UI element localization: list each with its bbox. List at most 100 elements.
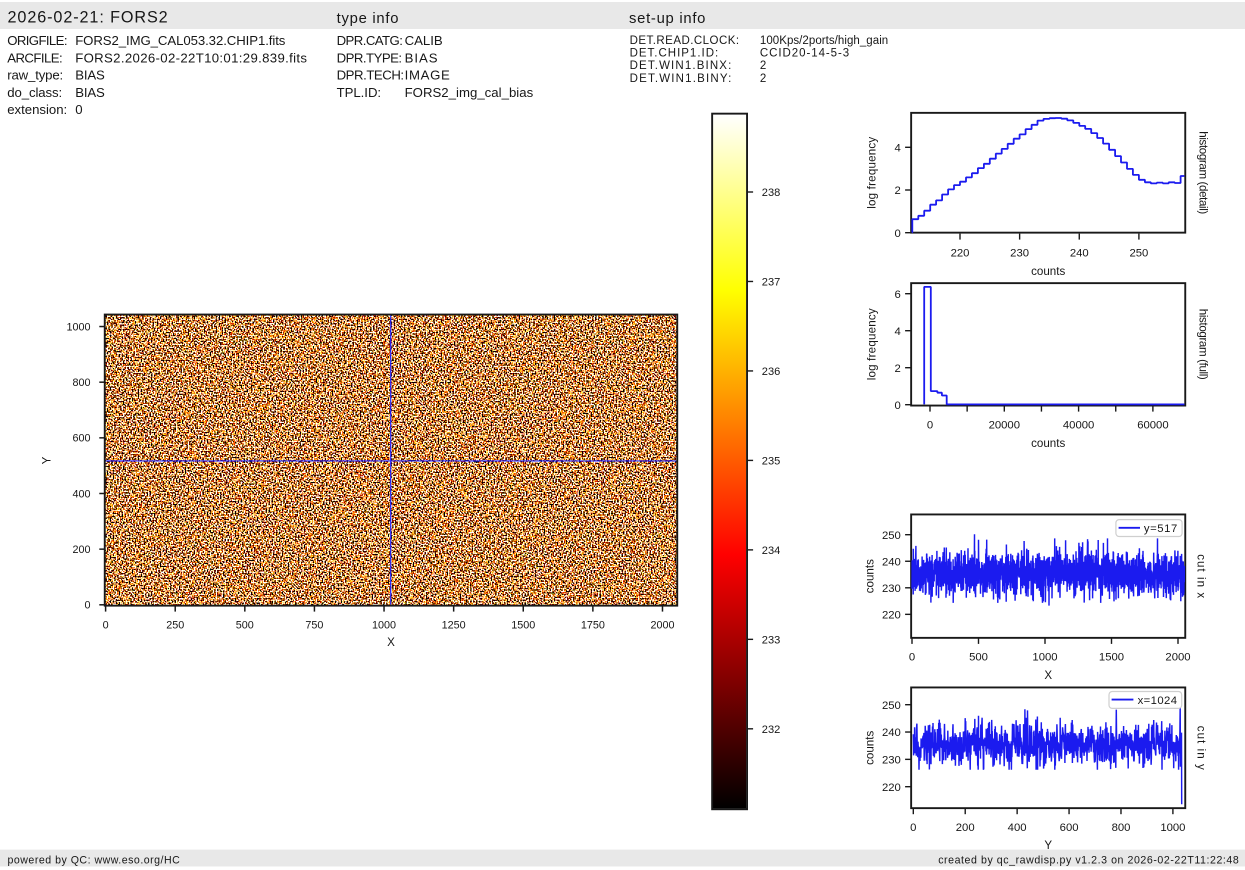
svg-text:2000: 2000	[650, 619, 674, 631]
svg-text:600: 600	[72, 433, 90, 445]
svg-text:800: 800	[72, 377, 90, 389]
svg-text:20000: 20000	[989, 419, 1020, 431]
svg-text:ARCFILE:: ARCFILE:	[7, 50, 63, 65]
svg-text:400: 400	[1008, 822, 1027, 834]
svg-text:250: 250	[882, 530, 901, 542]
svg-text:4: 4	[895, 326, 901, 338]
svg-text:0: 0	[895, 228, 901, 240]
svg-text:CALIB: CALIB	[405, 33, 443, 48]
svg-text:created by qc_rawdisp.py v1.2.: created by qc_rawdisp.py v1.2.3 on 2026-…	[938, 854, 1239, 866]
svg-text:Y: Y	[1044, 839, 1052, 852]
svg-text:y=517: y=517	[1144, 523, 1177, 535]
svg-text:BIAS: BIAS	[405, 50, 438, 65]
svg-text:500: 500	[969, 652, 988, 664]
svg-text:cut in y: cut in y	[1194, 726, 1207, 770]
svg-text:counts: counts	[1031, 437, 1065, 450]
svg-text:236: 236	[762, 366, 781, 378]
svg-text:4: 4	[895, 142, 901, 154]
svg-text:237: 237	[762, 277, 781, 289]
svg-text:X: X	[387, 636, 395, 649]
svg-text:6: 6	[895, 289, 901, 301]
svg-text:233: 233	[762, 634, 781, 646]
svg-text:BIAS: BIAS	[75, 68, 105, 83]
svg-text:250: 250	[166, 619, 184, 631]
svg-text:log frequency: log frequency	[865, 308, 878, 380]
svg-text:2: 2	[895, 363, 901, 375]
svg-text:750: 750	[305, 619, 323, 631]
svg-text:CCID20-14-5-3: CCID20-14-5-3	[760, 48, 849, 60]
svg-text:ORIGFILE:: ORIGFILE:	[7, 33, 67, 48]
svg-text:1500: 1500	[511, 619, 535, 631]
svg-text:histogram (detail): histogram (detail)	[1197, 131, 1210, 214]
svg-text:DET.WIN1.BINY:: DET.WIN1.BINY:	[630, 73, 732, 85]
svg-text:extension:: extension:	[7, 102, 67, 117]
svg-text:40000: 40000	[1063, 419, 1094, 431]
svg-text:230: 230	[882, 755, 901, 767]
svg-text:DET.WIN1.BINX:: DET.WIN1.BINX:	[630, 60, 732, 72]
svg-text:2: 2	[895, 185, 901, 197]
svg-text:FORS2_img_cal_bias: FORS2_img_cal_bias	[405, 85, 534, 100]
svg-text:IMAGE: IMAGE	[405, 68, 450, 83]
svg-text:type info: type info	[337, 11, 399, 27]
svg-text:DPR.CATG:: DPR.CATG:	[337, 33, 403, 48]
svg-text:DET.READ.CLOCK:: DET.READ.CLOCK:	[630, 35, 740, 47]
svg-text:1500: 1500	[1099, 652, 1124, 664]
svg-text:0: 0	[909, 652, 915, 664]
svg-text:FORS2.2026-02-22T10:01:29.839.: FORS2.2026-02-22T10:01:29.839.fits	[75, 50, 307, 65]
svg-text:100Kps/2ports/high_gain: 100Kps/2ports/high_gain	[760, 35, 888, 47]
svg-text:do_class:: do_class:	[7, 85, 62, 100]
svg-text:1250: 1250	[442, 619, 466, 631]
svg-text:log frequency: log frequency	[865, 137, 878, 209]
svg-text:counts: counts	[1031, 265, 1065, 278]
svg-text:2000: 2000	[1165, 652, 1190, 664]
svg-text:250: 250	[882, 700, 901, 712]
svg-text:0: 0	[75, 102, 82, 117]
svg-text:220: 220	[882, 610, 901, 622]
svg-text:1000: 1000	[1160, 822, 1185, 834]
svg-text:histogram (full): histogram (full)	[1197, 309, 1210, 380]
svg-text:240: 240	[882, 727, 901, 739]
svg-text:set-up info: set-up info	[629, 11, 705, 27]
svg-text:400: 400	[72, 488, 90, 500]
svg-text:600: 600	[1060, 822, 1079, 834]
svg-text:230: 230	[882, 583, 901, 595]
svg-text:800: 800	[1112, 822, 1131, 834]
svg-text:240: 240	[882, 556, 901, 568]
svg-text:0: 0	[84, 600, 90, 612]
svg-text:1000: 1000	[372, 619, 396, 631]
svg-text:230: 230	[1010, 247, 1029, 259]
svg-text:2026-02-21: FORS2: 2026-02-21: FORS2	[8, 9, 168, 27]
svg-text:220: 220	[951, 247, 970, 259]
svg-text:powered by QC: www.eso.org/HC: powered by QC: www.eso.org/HC	[8, 854, 181, 866]
svg-text:1750: 1750	[581, 619, 605, 631]
svg-text:2: 2	[760, 73, 766, 85]
svg-text:60000: 60000	[1137, 419, 1168, 431]
svg-text:0: 0	[927, 419, 933, 431]
svg-text:500: 500	[236, 619, 254, 631]
svg-text:0: 0	[910, 822, 916, 834]
svg-text:DET.CHIP1.ID:: DET.CHIP1.ID:	[630, 48, 719, 60]
svg-text:0: 0	[103, 619, 109, 631]
svg-text:counts: counts	[863, 559, 876, 593]
svg-text:raw_type:: raw_type:	[7, 68, 63, 83]
svg-text:DPR.TECH:: DPR.TECH:	[337, 68, 405, 83]
svg-text:1000: 1000	[66, 321, 90, 333]
svg-text:240: 240	[1070, 247, 1089, 259]
svg-text:X: X	[1044, 669, 1052, 682]
svg-text:FORS2_IMG_CAL053.32.CHIP1.fits: FORS2_IMG_CAL053.32.CHIP1.fits	[75, 33, 286, 48]
svg-text:200: 200	[72, 544, 90, 556]
svg-text:200: 200	[956, 822, 975, 834]
svg-text:2: 2	[760, 60, 766, 72]
svg-text:232: 232	[762, 724, 781, 736]
svg-text:234: 234	[762, 545, 781, 557]
svg-text:Y: Y	[41, 456, 54, 464]
svg-text:cut in x: cut in x	[1194, 554, 1207, 598]
svg-text:x=1024: x=1024	[1138, 695, 1177, 707]
svg-text:0: 0	[895, 400, 901, 412]
svg-text:220: 220	[882, 782, 901, 794]
svg-text:250: 250	[1129, 247, 1148, 259]
svg-text:BIAS: BIAS	[75, 85, 105, 100]
svg-text:1000: 1000	[1032, 652, 1057, 664]
svg-text:TPL.ID:: TPL.ID:	[337, 85, 382, 100]
svg-text:235: 235	[762, 455, 781, 467]
